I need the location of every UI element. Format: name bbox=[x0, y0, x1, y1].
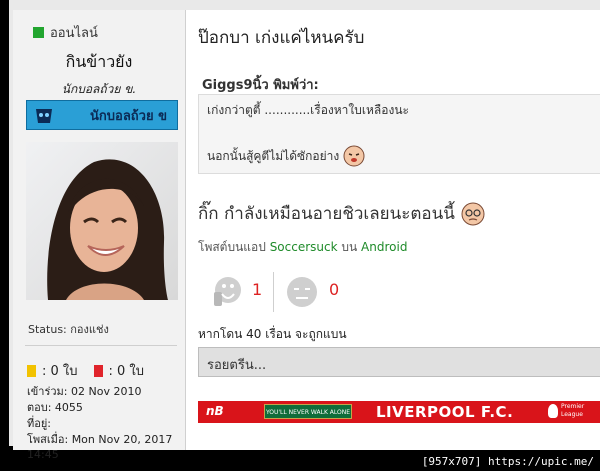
user-title: นักบอลถ้วย ข. bbox=[61, 82, 137, 96]
via-prefix: โพสต์บนแอป bbox=[198, 240, 266, 254]
quote-line-text: นอกนั้นสู้คูตีไม่ได้ซักอย่าง bbox=[207, 148, 340, 163]
quote-line: นอกนั้นสู้คูตีไม่ได้ซักอย่าง bbox=[207, 145, 365, 167]
meh-count: 0 bbox=[329, 280, 340, 299]
league-line-2: League bbox=[561, 411, 583, 418]
quote-box: เก่งกว่าตูตี้ ............เรื่องหาใบเหลื… bbox=[198, 94, 600, 174]
liverpool-banner[interactable]: nB YOU'LL NEVER WALK ALONE LIVERPOOL F.C… bbox=[198, 401, 600, 423]
post-body: กิ๊ก กำลังเหมือนอายชิวเลยนะตอนนี้ bbox=[198, 200, 485, 227]
quote-author: Giggs9นิ้ว พิมพ์ว่า: bbox=[202, 78, 319, 93]
via-app-link[interactable]: Soccersuck bbox=[270, 240, 338, 254]
red-card-count: : 0 ใบ bbox=[108, 364, 145, 379]
rank-badge: นักบอลถ้วย ข bbox=[26, 100, 178, 130]
via-platform-link[interactable]: Android bbox=[361, 240, 407, 254]
ban-warning: หากโดน 40 เรื่อน จะถูกแบน bbox=[198, 327, 347, 341]
online-status-icon bbox=[33, 27, 44, 38]
username[interactable]: กินข้าวยัง bbox=[13, 50, 185, 75]
premier-league-text: Premier League bbox=[561, 403, 584, 419]
emoticon-icon bbox=[461, 202, 485, 225]
premier-league-crest-icon bbox=[548, 404, 558, 418]
user-sidebar: ออนไลน์ กินข้าวยัง นักบอลถ้วย ข. นักบอลถ… bbox=[13, 10, 186, 461]
ynwa-gate: YOU'LL NEVER WALK ALONE bbox=[264, 404, 352, 419]
rank-shield-icon bbox=[36, 109, 52, 123]
card-counts: : 0 ใบ : 0 ใบ bbox=[27, 360, 144, 381]
premier-league-logo: Premier League bbox=[548, 403, 584, 419]
yellow-card-icon bbox=[27, 364, 36, 377]
reaction-divider bbox=[273, 272, 274, 312]
online-status: ออนไลน์ bbox=[33, 22, 98, 43]
post-content: ป๊อกบา เก่งแค่ไหนครับ Giggs9นิ้ว พิมพ์ว่… bbox=[186, 10, 600, 450]
user-status: Status: กองแช่ง bbox=[28, 323, 109, 336]
emoticon-icon bbox=[343, 145, 365, 167]
like-count: 1 bbox=[252, 280, 263, 299]
quote-line: เก่งกว่าตูตี้ ............เรื่องหาใบเหลื… bbox=[207, 103, 409, 117]
online-label: ออนไลน์ bbox=[50, 26, 98, 41]
league-line-1: Premier bbox=[561, 403, 585, 410]
via-middle: บน bbox=[341, 240, 358, 254]
post-title: ป๊อกบา เก่งแค่ไหนครับ bbox=[198, 28, 365, 48]
posted-at: โพสเมื่อ: Mon Nov 20, 2017 14:45 bbox=[27, 433, 173, 461]
posted-via: โพสต์บนแอป Soccersuck บน Android bbox=[198, 238, 407, 257]
sidebar-divider bbox=[25, 345, 177, 346]
reason-select[interactable]: รอยตรีน... bbox=[198, 347, 600, 377]
yellow-card-count: : 0 ใบ bbox=[42, 364, 78, 379]
meh-reaction-icon[interactable] bbox=[286, 276, 318, 308]
brand-logo: nB bbox=[206, 404, 224, 418]
avatar[interactable] bbox=[26, 142, 178, 300]
image-watermark: [957x707] https://upic.me/ bbox=[421, 455, 594, 468]
club-name: LIVERPOOL F.C. bbox=[376, 403, 514, 421]
post-body-text: กิ๊ก กำลังเหมือนอายชิวเลยนะตอนนี้ bbox=[198, 204, 455, 224]
rank-badge-label: นักบอลถ้วย ข bbox=[90, 108, 167, 124]
like-reaction-icon[interactable] bbox=[206, 272, 246, 312]
red-card-icon bbox=[93, 364, 103, 377]
